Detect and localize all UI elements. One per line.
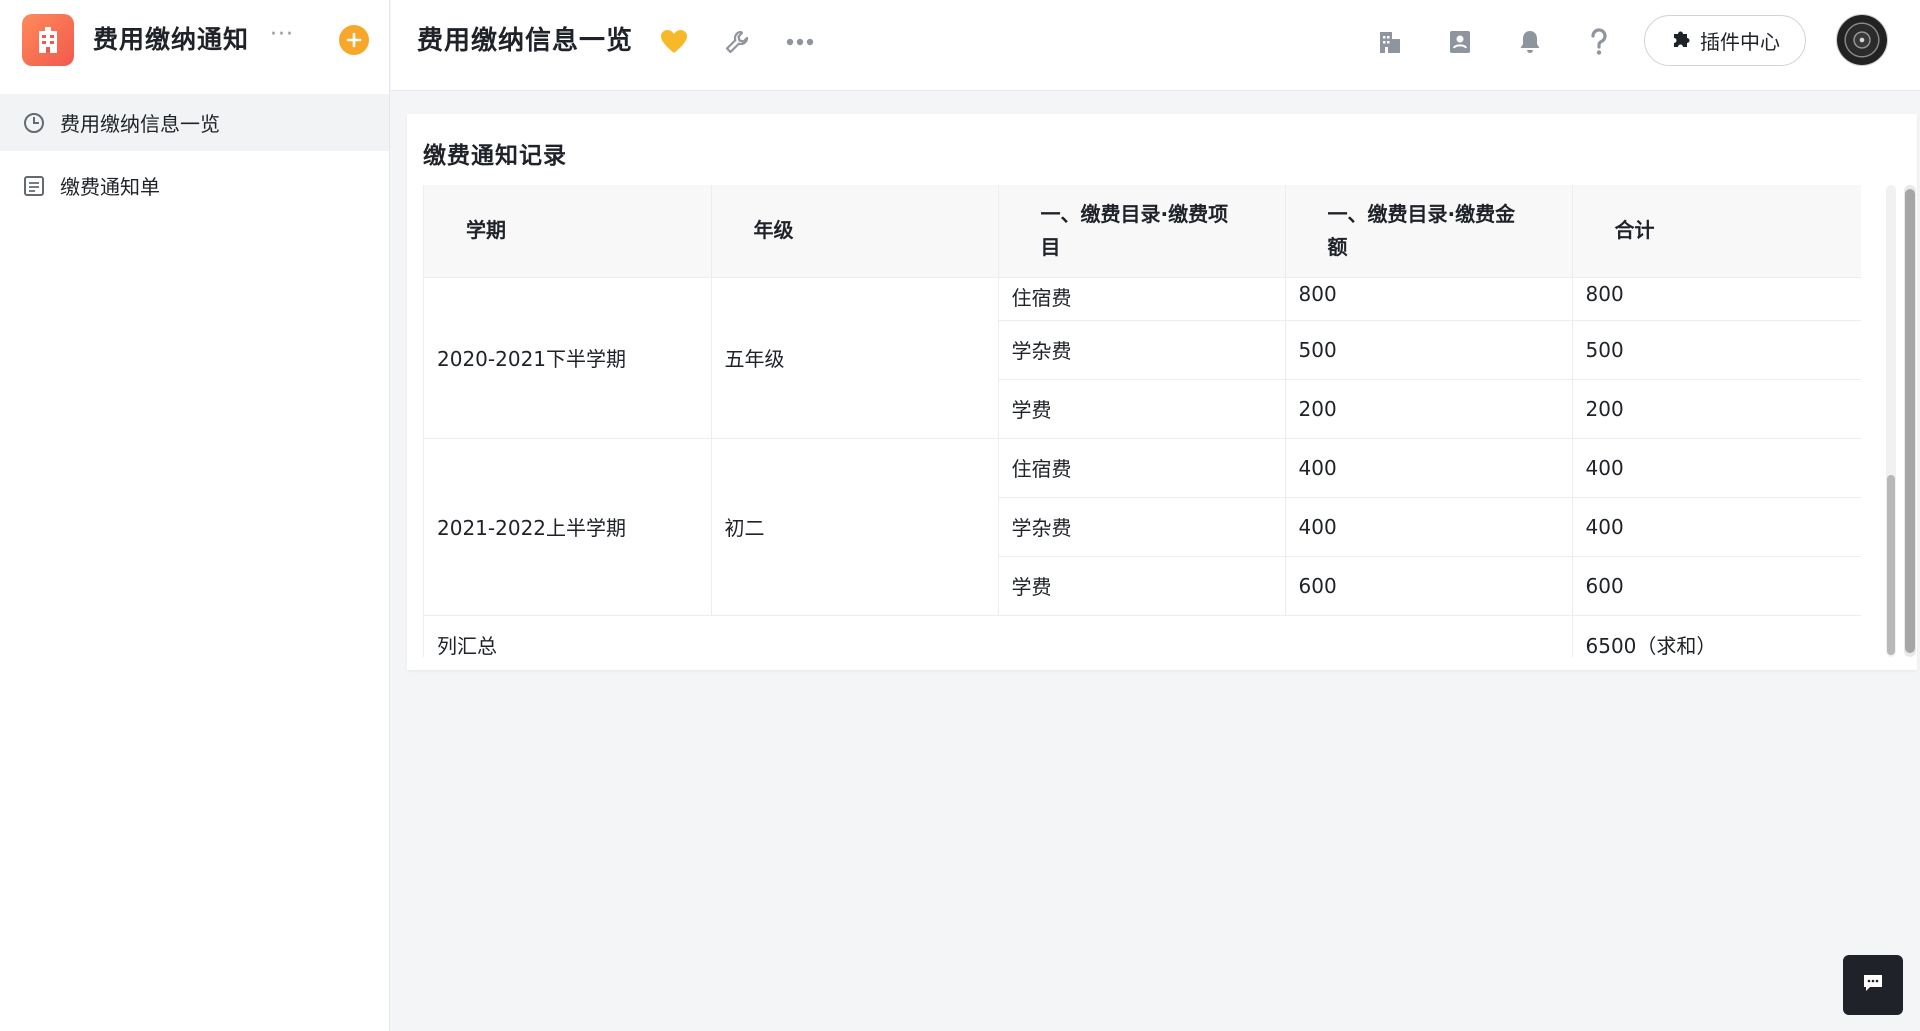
more-icon[interactable]: ··· (270, 22, 294, 47)
form-icon (22, 174, 46, 198)
plugin-center-label: 插件中心 (1700, 30, 1780, 54)
sidebar-item-label: 缴费通知单 (60, 175, 160, 199)
total-cell[interactable]: 800 (1572, 277, 1861, 321)
total-cell[interactable]: 400 (1572, 497, 1861, 557)
table-header-row: 学期 年级 一、缴费目录·缴费项目 一、缴费目录·缴费金额 合计 (424, 185, 1861, 278)
panel-title: 缴费通知记录 (423, 143, 567, 169)
term-cell[interactable]: 2020-2021下半学期 (424, 277, 712, 439)
column-header-total[interactable]: 合计 (1572, 185, 1861, 278)
heart-icon[interactable] (656, 24, 692, 60)
plugin-center-button[interactable]: 插件中心 (1644, 15, 1806, 66)
amount-cell[interactable]: 400 (1285, 438, 1573, 498)
avatar[interactable] (1836, 14, 1888, 66)
app-title: 费用缴纳通知 (93, 25, 250, 54)
item-cell[interactable]: 学费 (998, 379, 1286, 439)
fee-table: 学期 年级 一、缴费目录·缴费项目 一、缴费目录·缴费金额 合计 2020-20… (423, 185, 1861, 657)
table-row[interactable]: 2020-2021下半学期 五年级 住宿费 800 800 (424, 277, 1861, 439)
column-header-item[interactable]: 一、缴费目录·缴费项目 (998, 185, 1286, 278)
panel-scrollbar[interactable] (1904, 185, 1916, 657)
bell-icon[interactable] (1512, 24, 1548, 60)
clock-icon (22, 111, 46, 135)
item-cell[interactable]: 住宿费 (998, 277, 1286, 321)
scrollbar-thumb[interactable] (1905, 189, 1915, 653)
page-title: 费用缴纳信息一览 (417, 26, 634, 56)
item-cell[interactable]: 学杂费 (998, 320, 1286, 380)
column-header-term[interactable]: 学期 (424, 185, 712, 278)
total-cell[interactable]: 200 (1572, 379, 1861, 439)
grade-cell[interactable]: 初二 (711, 438, 999, 616)
total-cell[interactable]: 500 (1572, 320, 1861, 380)
sidebar-item-label: 费用缴纳信息一览 (60, 112, 220, 136)
table-row[interactable]: 2021-2022上半学期 初二 住宿费 400 400 (424, 438, 1861, 616)
sidebar: 费用缴纳通知 ··· 费用缴纳信息一览 缴费通知单 (0, 0, 390, 1031)
summary-total[interactable]: 6500（求和） (1571, 615, 1861, 657)
more-options-icon[interactable] (782, 24, 818, 60)
total-cell[interactable]: 600 (1572, 556, 1861, 616)
item-cell[interactable]: 住宿费 (998, 438, 1286, 498)
fee-records-panel: 缴费通知记录 学期 年级 一、缴费目录·缴费项目 一、缴费目录·缴费金额 合计 … (407, 114, 1917, 670)
summary-label: 列汇总 (424, 615, 1572, 657)
organization-icon[interactable] (1372, 24, 1408, 60)
amount-cell[interactable]: 600 (1285, 556, 1573, 616)
building-app-icon[interactable] (22, 14, 74, 66)
contacts-icon[interactable] (1442, 24, 1478, 60)
app-header: 费用缴纳通知 ··· (0, 0, 389, 93)
scrollbar-thumb[interactable] (1887, 475, 1895, 655)
column-header-grade[interactable]: 年级 (711, 185, 999, 278)
help-icon[interactable] (1581, 24, 1617, 60)
term-cell[interactable]: 2021-2022上半学期 (424, 438, 712, 616)
amount-cell[interactable]: 200 (1285, 379, 1573, 439)
puzzle-icon (1670, 28, 1692, 54)
item-cell[interactable]: 学费 (998, 556, 1286, 616)
total-cell[interactable]: 400 (1572, 438, 1861, 498)
table-scrollbar[interactable] (1886, 185, 1896, 657)
chat-icon (1862, 973, 1884, 997)
top-bar: 费用缴纳信息一览 插件中心 (391, 0, 1920, 91)
amount-cell[interactable]: 400 (1285, 497, 1573, 557)
amount-cell[interactable]: 500 (1285, 320, 1573, 380)
item-cell[interactable]: 学杂费 (998, 497, 1286, 557)
column-header-amount[interactable]: 一、缴费目录·缴费金额 (1285, 185, 1573, 278)
add-icon[interactable] (339, 25, 369, 55)
wrench-icon[interactable] (719, 24, 755, 60)
summary-row: 列汇总 6500（求和） (424, 615, 1861, 657)
amount-cell[interactable]: 800 (1285, 277, 1573, 321)
grade-cell[interactable]: 五年级 (711, 277, 999, 439)
chat-button[interactable] (1843, 955, 1903, 1015)
sidebar-item-payment-notice[interactable]: 缴费通知单 (0, 157, 389, 214)
sidebar-item-fee-overview[interactable]: 费用缴纳信息一览 (0, 94, 389, 151)
